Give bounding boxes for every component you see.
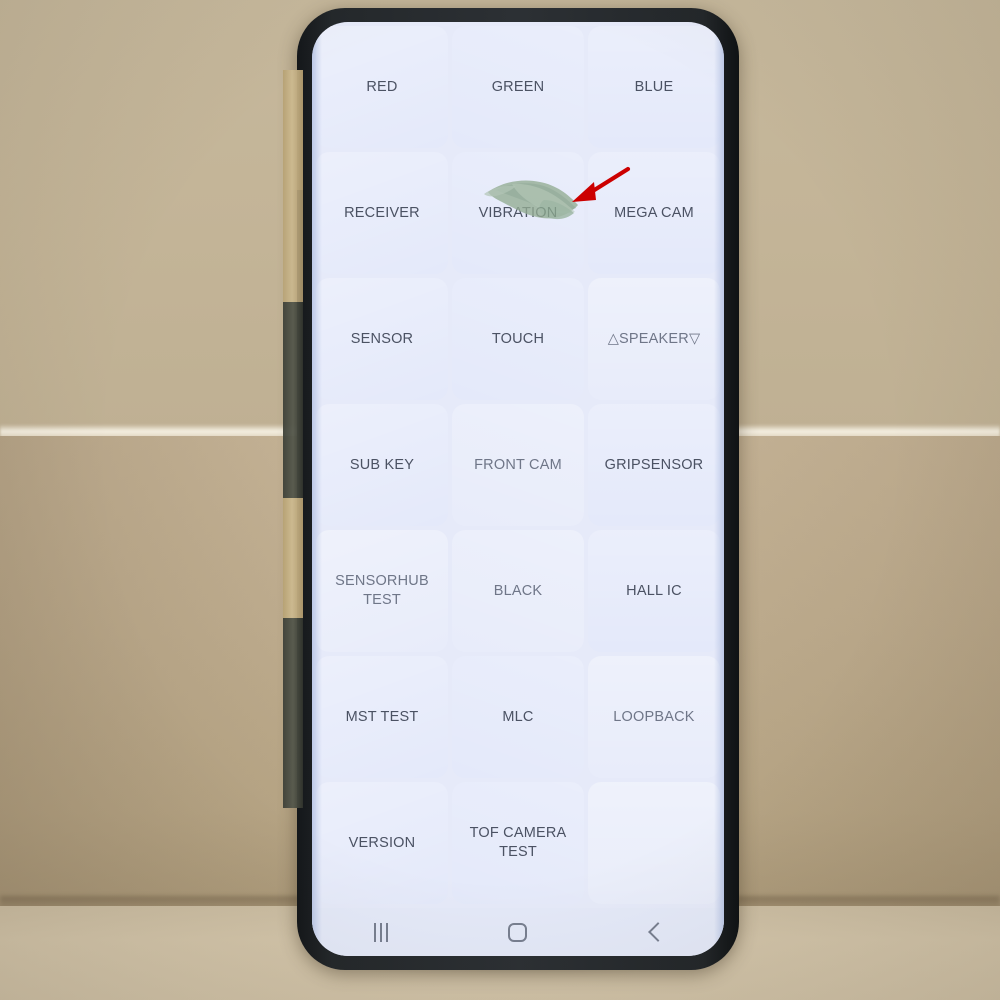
test-button-label: TOF CAMERA TEST xyxy=(469,825,567,860)
test-button-sensorhub-test[interactable]: SENSORHUB TEST xyxy=(316,530,448,652)
phone-side-gap xyxy=(283,618,303,808)
test-button-label: RED xyxy=(366,78,398,95)
test-button-label: LOOPBACK xyxy=(613,708,695,725)
back-chevron-icon xyxy=(647,922,668,942)
test-button-label: HALL IC xyxy=(626,582,682,599)
home-button[interactable] xyxy=(488,915,548,949)
test-button-label: SENSORHUB TEST xyxy=(335,573,429,608)
test-button-tof-camera-test[interactable]: TOF CAMERA TEST xyxy=(452,782,584,904)
phone-screen: RED GREEN BLUE RECEIVER VIBRATION MEGA CAM SEN… xyxy=(312,22,724,956)
test-button-loopback[interactable]: LOOPBACK xyxy=(588,656,720,778)
back-button[interactable] xyxy=(625,915,685,949)
test-button-sub-key[interactable]: SUB KEY xyxy=(316,404,448,526)
background-box-shadow-right xyxy=(700,436,1000,906)
phone-side-gap xyxy=(283,302,303,498)
test-button-label: GREEN xyxy=(491,78,545,95)
test-button-mlc[interactable]: MLC xyxy=(452,656,584,778)
masking-tape-segment xyxy=(283,190,303,302)
home-icon xyxy=(508,922,528,942)
masking-tape-segment xyxy=(283,70,303,190)
test-button-green[interactable]: GREEN xyxy=(452,26,584,148)
grid-cell-empty xyxy=(588,782,720,904)
test-button-vibration[interactable]: VIBRATION xyxy=(452,152,584,274)
test-button-label: VIBRATION xyxy=(478,204,558,221)
hardware-test-grid: RED GREEN BLUE RECEIVER VIBRATION MEGA CAM SEN… xyxy=(312,22,724,908)
test-button-label: BLUE xyxy=(634,78,674,95)
android-navigation-bar xyxy=(312,908,724,956)
test-button-sensor[interactable]: SENSOR xyxy=(316,278,448,400)
test-button-mst-test[interactable]: MST TEST xyxy=(316,656,448,778)
test-button-speaker[interactable]: △SPEAKER▽ xyxy=(588,278,720,400)
test-button-label: BLACK xyxy=(493,582,543,599)
test-button-mega-cam[interactable]: MEGA CAM xyxy=(588,152,720,274)
masking-tape-segment xyxy=(283,498,303,618)
test-button-red[interactable]: RED xyxy=(316,26,448,148)
test-button-label: TOUCH xyxy=(491,330,545,347)
test-button-label: MLC xyxy=(502,708,534,725)
test-button-receiver[interactable]: RECEIVER xyxy=(316,152,448,274)
test-button-label: SENSOR xyxy=(350,330,414,347)
recents-button[interactable] xyxy=(351,915,411,949)
background-box-shadow-left xyxy=(0,436,300,906)
recents-icon xyxy=(373,922,388,942)
test-button-black[interactable]: BLACK xyxy=(452,530,584,652)
test-button-blue[interactable]: BLUE xyxy=(588,26,720,148)
test-button-label: FRONT CAM xyxy=(474,456,562,473)
test-button-label: VERSION xyxy=(348,834,416,851)
test-button-label: GRIPSENSOR xyxy=(604,456,704,473)
test-button-version[interactable]: VERSION xyxy=(316,782,448,904)
photo-scene: RED GREEN BLUE RECEIVER VIBRATION MEGA CAM SEN… xyxy=(0,0,1000,1000)
test-button-label: SUB KEY xyxy=(349,456,415,473)
test-button-touch[interactable]: TOUCH xyxy=(452,278,584,400)
test-button-label: RECEIVER xyxy=(344,204,420,221)
test-button-label: △SPEAKER▽ xyxy=(607,330,701,347)
test-button-label: MST TEST xyxy=(345,708,419,725)
smartphone: RED GREEN BLUE RECEIVER VIBRATION MEGA CAM SEN… xyxy=(283,8,739,972)
test-button-label: MEGA CAM xyxy=(614,204,694,221)
test-button-gripsensor[interactable]: GRIPSENSOR xyxy=(588,404,720,526)
test-button-front-cam[interactable]: FRONT CAM xyxy=(452,404,584,526)
test-button-hall-ic[interactable]: HALL IC xyxy=(588,530,720,652)
